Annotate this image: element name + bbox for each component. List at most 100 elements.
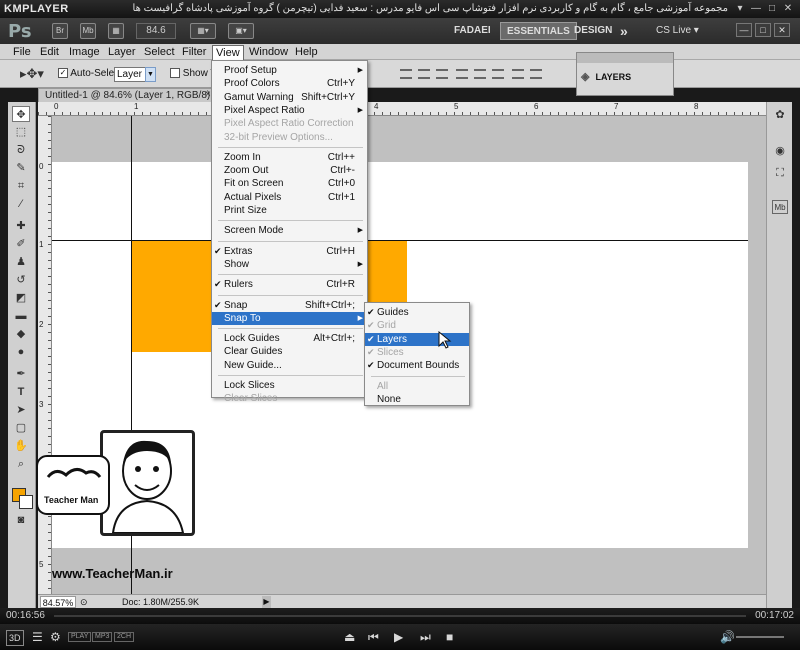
ps-close-button[interactable]: ✕ (774, 23, 790, 37)
kmplayer-minimize-button[interactable]: — (750, 3, 762, 15)
stop-button[interactable]: ■ (446, 630, 453, 644)
shape-tool-icon[interactable]: ▢ (12, 420, 30, 436)
distribute-left-icon[interactable] (512, 69, 524, 79)
menu-view[interactable]: View (212, 45, 244, 60)
workspace-fadaei[interactable]: FADAEI (448, 22, 497, 40)
menu-item-document-bounds[interactable]: ✔ Document Bounds (365, 359, 469, 372)
menu-file[interactable]: File (10, 45, 34, 59)
color-panel-icon[interactable]: ✿ (772, 108, 788, 122)
menu-item-zoom-out[interactable]: Zoom Out Ctrl+- (212, 164, 367, 177)
zoom-tool-icon[interactable]: ⌕ (12, 456, 30, 472)
menu-item-proof-colors[interactable]: Proof Colors Ctrl+Y (212, 77, 367, 90)
distribute-bottom-icon[interactable] (492, 69, 504, 79)
horizontal-ruler[interactable]: 0 1 2 3 4 5 6 7 8 (38, 102, 766, 116)
healing-brush-tool-icon[interactable]: ✚ (12, 218, 30, 234)
distribute-top-icon[interactable] (456, 69, 468, 79)
chevron-down-icon[interactable]: ▼ (145, 67, 156, 82)
menu-item-proof-setup[interactable]: Proof Setup ▶ (212, 64, 367, 77)
kmplayer-maximize-button[interactable]: □ (766, 3, 778, 15)
crop-tool-icon[interactable]: ⌗ (12, 178, 30, 194)
quick-selection-tool-icon[interactable]: ✎ (12, 160, 30, 176)
mini-bridge-panel-icon[interactable]: Mb (772, 200, 788, 214)
type-tool-icon[interactable]: T (12, 384, 30, 400)
menu-item-pixel-aspect-ratio[interactable]: Pixel Aspect Ratio ▶ (212, 104, 367, 117)
screen-mode-button[interactable]: ▣▾ (228, 23, 254, 39)
menu-item-lock-slices[interactable]: Lock Slices (212, 379, 367, 392)
zoom-level-field[interactable]: 84.6 (136, 23, 176, 39)
menu-item-zoom-in[interactable]: Zoom In Ctrl++ (212, 151, 367, 164)
workspace-design[interactable]: DESIGN (568, 22, 618, 40)
menu-item-show[interactable]: Show ▶ (212, 258, 367, 271)
lasso-tool-icon[interactable]: ᘐ (12, 142, 30, 158)
play-button[interactable]: ▶ (394, 630, 403, 644)
seek-slider[interactable] (54, 615, 746, 617)
kmplayer-logo[interactable]: KMPLAYER (4, 3, 69, 15)
menu-item-none[interactable]: None (365, 393, 469, 406)
eyedropper-tool-icon[interactable]: ⁄ (12, 196, 30, 212)
menu-item-snap[interactable]: ✔ Snap Shift+Ctrl+; (212, 299, 367, 312)
distribute-middle-icon[interactable] (474, 69, 486, 79)
panel-header[interactable] (577, 53, 673, 63)
align-top-icon[interactable] (400, 69, 412, 79)
blur-tool-icon[interactable]: ◆ (12, 326, 30, 342)
workspace-overflow-icon[interactable]: » (614, 22, 634, 40)
menu-item-print-size[interactable]: Print Size (212, 204, 367, 217)
status-info-icon[interactable]: ⊙ (80, 596, 88, 608)
menu-image[interactable]: Image (66, 45, 103, 59)
menu-item-screen-mode[interactable]: Screen Mode ▶ (212, 224, 367, 237)
volume-slider[interactable] (736, 636, 784, 638)
menu-item-snap-to[interactable]: Snap To ▶ (212, 311, 367, 325)
mini-bridge-button[interactable]: Mb (80, 23, 96, 39)
gradient-tool-icon[interactable]: ▬ (12, 308, 30, 324)
playlist-icon[interactable]: ☰ (32, 630, 43, 644)
3d-mode-icon[interactable]: 3D (6, 630, 24, 646)
menu-item-extras[interactable]: ✔ Extras Ctrl+H (212, 245, 367, 258)
arrange-documents-button[interactable]: ▦▾ (190, 23, 216, 39)
brush-tool-icon[interactable]: ✐ (12, 236, 30, 252)
quick-mask-icon[interactable]: ◙ (12, 512, 30, 528)
distribute-center-icon[interactable] (530, 69, 542, 79)
menu-item-actual-pixels[interactable]: Actual Pixels Ctrl+1 (212, 191, 367, 204)
horizontal-guide[interactable] (52, 240, 748, 241)
menu-item-guides[interactable]: ✔ Guides (365, 306, 469, 319)
menu-layer[interactable]: Layer (105, 45, 139, 59)
menu-item-fit-on-screen[interactable]: Fit on Screen Ctrl+0 (212, 177, 367, 190)
cs-live-button[interactable]: CS Live ▾ (656, 22, 699, 40)
clone-stamp-tool-icon[interactable]: ♟ (12, 254, 30, 270)
speaker-icon[interactable]: 🔊 (720, 630, 735, 644)
history-brush-tool-icon[interactable]: ↺ (12, 272, 30, 288)
workspace-essentials[interactable]: ESSENTIALS (500, 22, 577, 40)
status-menu-arrow[interactable]: ▶ (262, 596, 271, 608)
menu-filter[interactable]: Filter (179, 45, 209, 59)
menu-item-layers[interactable]: ✔ Layers (365, 332, 469, 346)
kmplayer-menu-button[interactable]: ▾ (734, 3, 746, 15)
ps-maximize-button[interactable]: □ (755, 23, 771, 37)
previous-button[interactable]: ⏮ (368, 630, 379, 644)
menu-select[interactable]: Select (141, 45, 178, 59)
eject-button[interactable]: ⏏ (344, 630, 355, 644)
menu-window[interactable]: Window (246, 45, 291, 59)
masks-panel-icon[interactable]: ⛶ (772, 166, 788, 180)
marquee-tool-icon[interactable]: ⬚ (12, 124, 30, 140)
menu-edit[interactable]: Edit (37, 45, 62, 59)
settings-gear-icon[interactable]: ⚙ (50, 630, 61, 644)
status-zoom-field[interactable]: 84.57% (40, 596, 76, 608)
ps-minimize-button[interactable]: — (736, 23, 752, 37)
menu-item-gamut-warning[interactable]: Gamut Warning Shift+Ctrl+Y (212, 91, 367, 104)
bridge-button[interactable]: Br (52, 23, 68, 39)
menu-help[interactable]: Help (292, 45, 321, 59)
close-icon[interactable]: × (205, 89, 211, 100)
next-button[interactable]: ⏭ (420, 630, 431, 644)
eraser-tool-icon[interactable]: ◩ (12, 290, 30, 306)
adjustments-panel-icon[interactable]: ◉ (772, 144, 788, 158)
menu-item-rulers[interactable]: ✔ Rulers Ctrl+R (212, 278, 367, 291)
path-selection-tool-icon[interactable]: ➤ (12, 402, 30, 418)
hand-tool-icon[interactable]: ✋ (12, 438, 30, 454)
background-color-swatch[interactable] (19, 495, 33, 509)
align-middle-icon[interactable] (418, 69, 430, 79)
menu-item-new-guide[interactable]: New Guide... (212, 359, 367, 372)
vertical-ruler[interactable]: 0 1 2 3 4 5 (38, 116, 52, 594)
move-tool-preset-icon[interactable]: ▸✥▾ (20, 66, 44, 82)
menu-item-clear-guides[interactable]: Clear Guides (212, 345, 367, 358)
document-tab[interactable]: Untitled-1 @ 84.6% (Layer 1, RGB/8) * (38, 88, 213, 115)
